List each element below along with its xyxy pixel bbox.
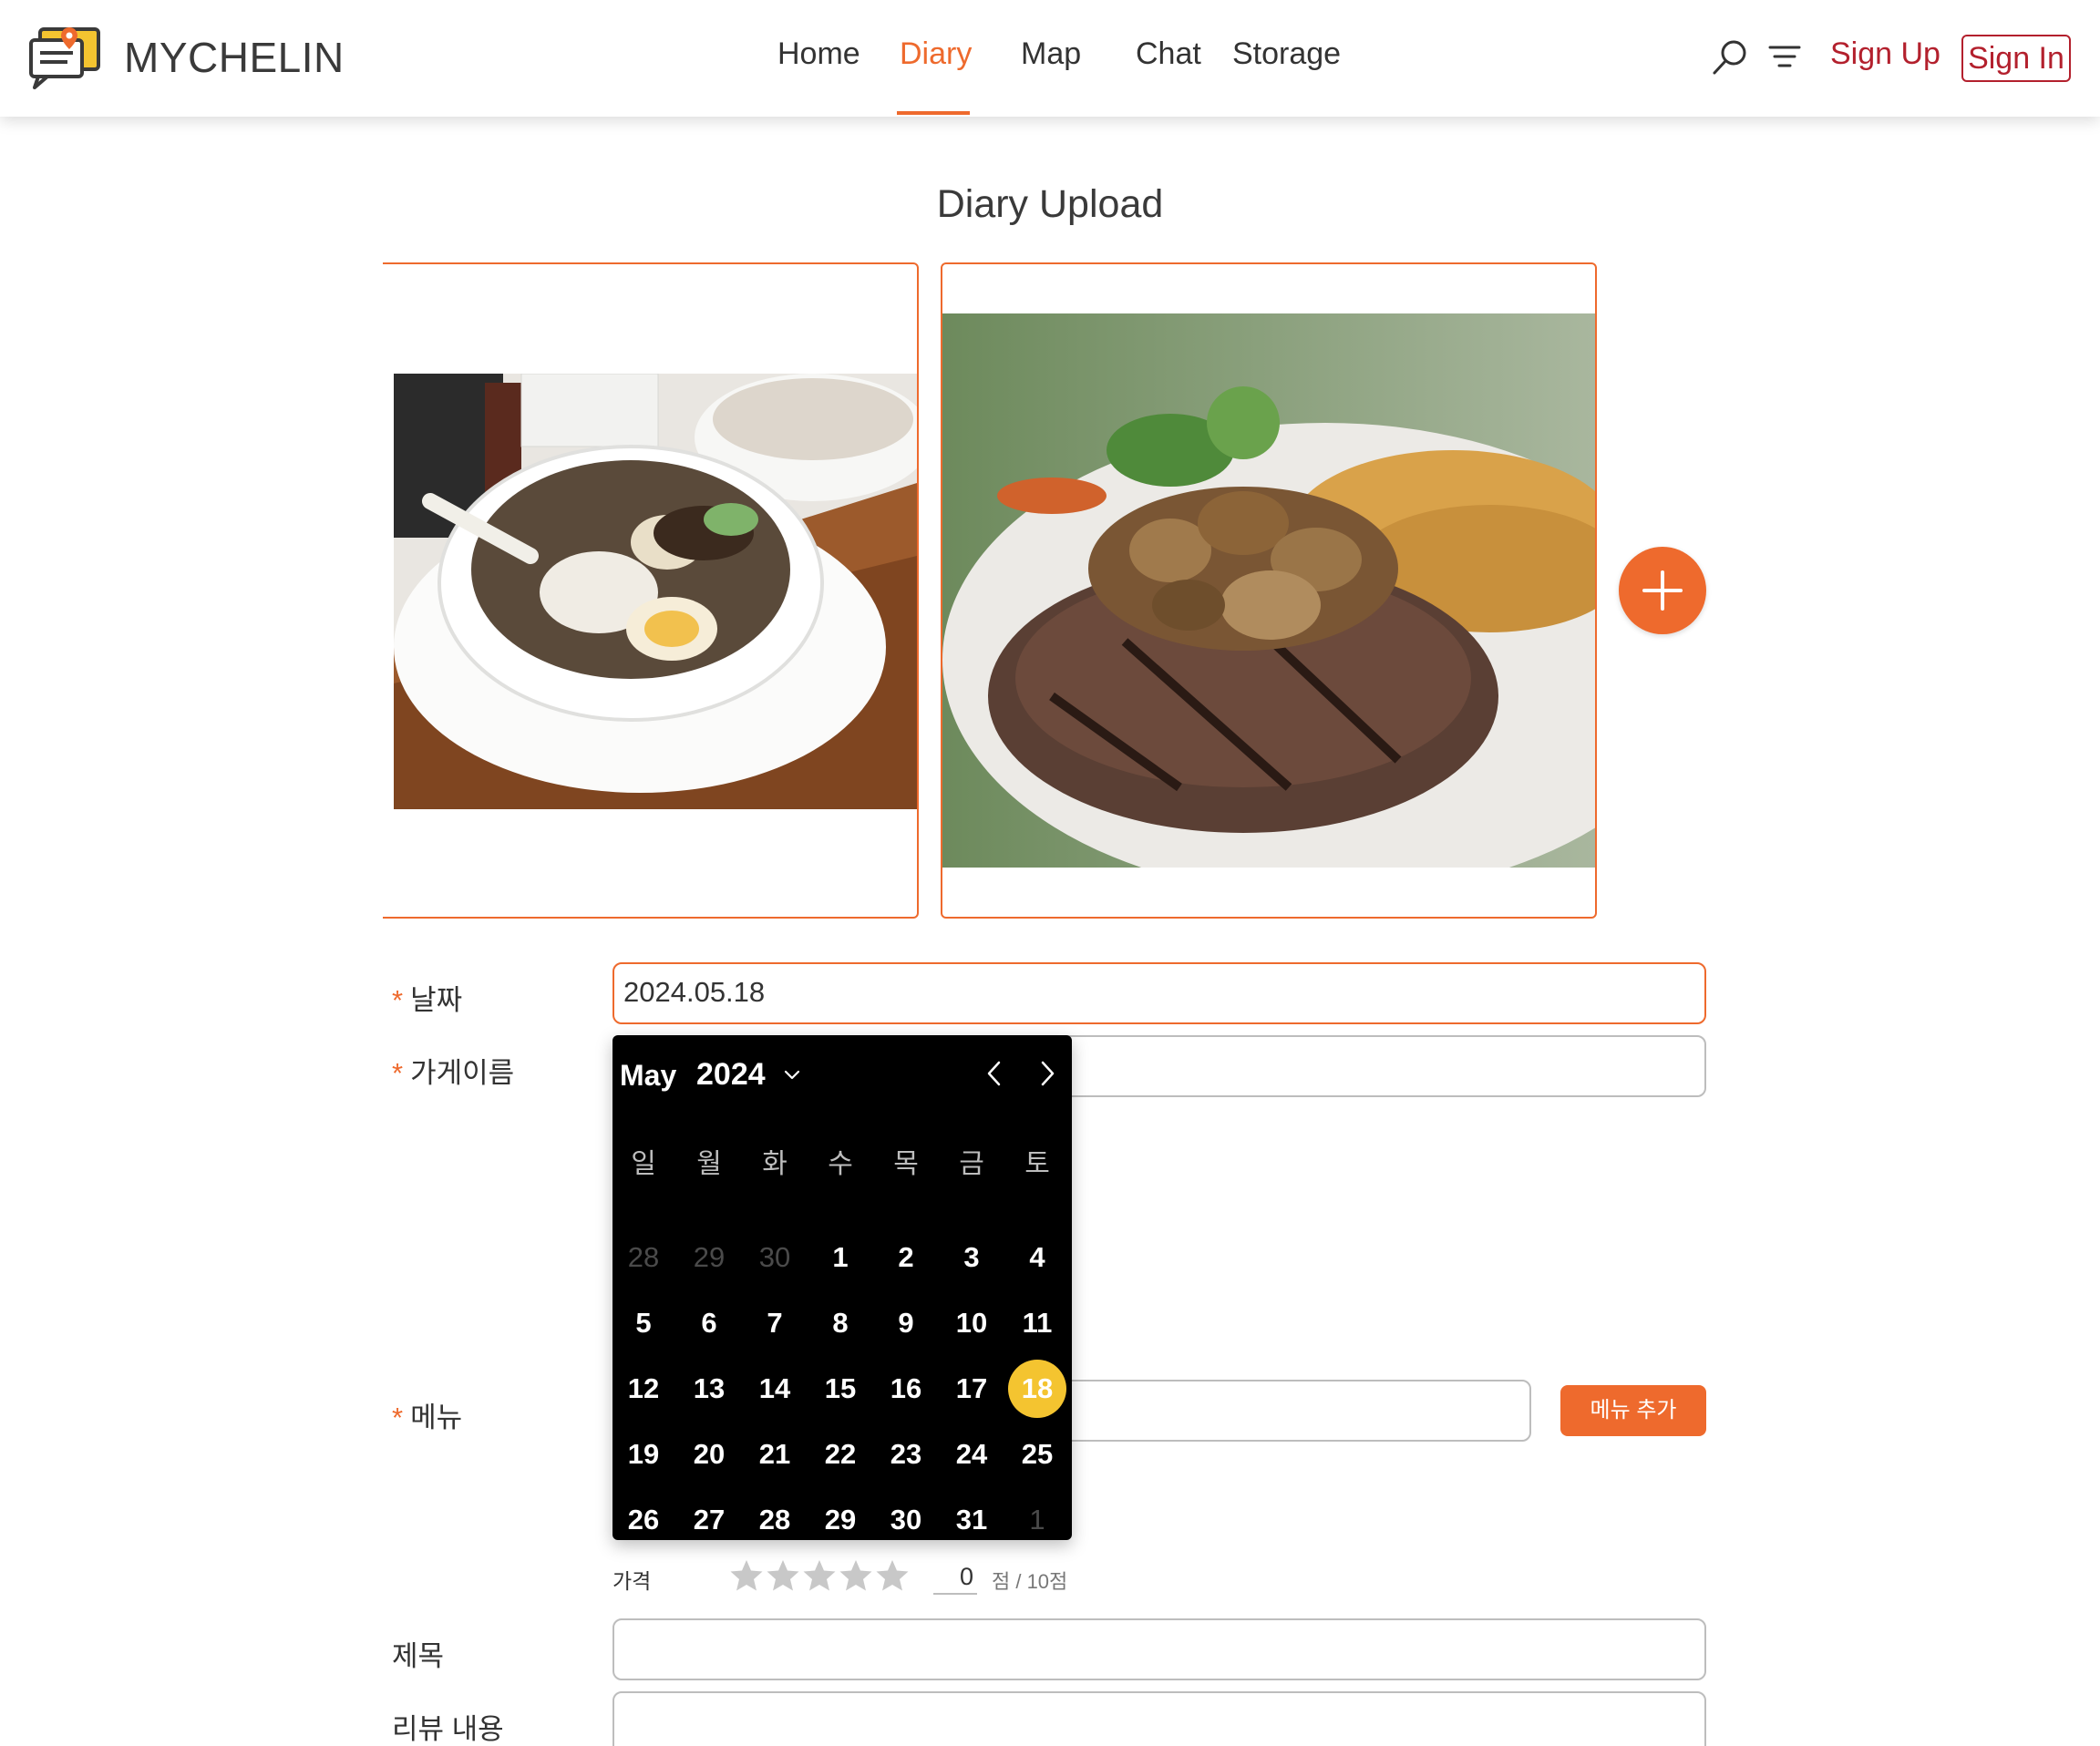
calendar-day[interactable]: 3 — [942, 1228, 1001, 1287]
active-nav-indicator — [897, 111, 970, 115]
calendar-day[interactable]: 19 — [614, 1425, 673, 1484]
review-label: 리뷰 내용 — [392, 1713, 504, 1745]
calendar-day[interactable]: 4 — [1008, 1228, 1066, 1287]
calendar-day[interactable]: 25 — [1008, 1425, 1066, 1484]
date-label-text: 날짜 — [410, 984, 463, 1016]
calendar-day[interactable]: 23 — [877, 1425, 935, 1484]
calendar-day[interactable]: 26 — [614, 1491, 673, 1549]
calendar-day[interactable]: 27 — [680, 1491, 738, 1549]
calendar-day[interactable]: 21 — [746, 1425, 804, 1484]
calendar-day[interactable]: 13 — [680, 1360, 738, 1418]
review-textarea[interactable] — [612, 1691, 1706, 1746]
score-input[interactable]: 0 — [933, 1558, 977, 1595]
star-icon[interactable] — [875, 1558, 910, 1593]
star-rating[interactable] — [729, 1558, 910, 1595]
calendar-day[interactable]: 29 — [811, 1491, 870, 1549]
star-icon[interactable] — [766, 1558, 800, 1593]
calendar-day[interactable]: 20 — [680, 1425, 738, 1484]
chevron-right-icon[interactable] — [1034, 1057, 1061, 1090]
calendar-day[interactable]: 12 — [614, 1360, 673, 1418]
calendar-day[interactable]: 15 — [811, 1360, 870, 1418]
page-title: Diary Upload — [936, 182, 1164, 226]
store-label: * 가게이름 — [392, 1050, 514, 1091]
search-icon[interactable] — [1710, 36, 1750, 77]
calendar-day[interactable]: 22 — [811, 1425, 870, 1484]
nav-storage[interactable]: Storage — [1232, 36, 1341, 72]
calendar-day[interactable]: 6 — [680, 1294, 738, 1352]
required-mark: * — [392, 1057, 404, 1089]
calendar-day-outside[interactable]: 28 — [614, 1228, 673, 1287]
star-icon[interactable] — [839, 1558, 873, 1593]
nav-home[interactable]: Home — [777, 36, 860, 72]
nav-map[interactable]: Map — [1021, 36, 1081, 72]
calendar-day[interactable]: 9 — [877, 1294, 935, 1352]
calendar-day[interactable]: 1 — [811, 1228, 870, 1287]
calendar-day[interactable]: 5 — [614, 1294, 673, 1352]
calendar-day[interactable]: 8 — [811, 1294, 870, 1352]
calendar-day-selected[interactable]: 18 — [1008, 1360, 1066, 1418]
brand-name[interactable]: MYCHELIN — [124, 33, 345, 82]
price-rating-label: 가격 — [612, 1569, 652, 1593]
chevron-left-icon[interactable] — [981, 1057, 1008, 1090]
plus-icon — [1642, 570, 1683, 611]
calendar-day[interactable]: 10 — [942, 1294, 1001, 1352]
title-input[interactable] — [612, 1618, 1706, 1680]
steak-photo — [942, 313, 1595, 868]
filter-icon[interactable] — [1765, 36, 1805, 77]
calendar-day[interactable]: 14 — [746, 1360, 804, 1418]
image-card[interactable] — [941, 262, 1597, 919]
calendar-day[interactable]: 24 — [942, 1425, 1001, 1484]
date-picker-popup: May 2024 일 월 화 수 목 금 토 28 29 30 1 2 3 4 5 6 7 8 9 10 11 12 13 1… — [612, 1035, 1072, 1540]
menu-label: * 메뉴 — [392, 1394, 462, 1435]
store-label-text: 가게이름 — [410, 1057, 515, 1089]
calendar-day[interactable]: 30 — [877, 1491, 935, 1549]
weekday-header: 월 — [696, 1149, 722, 1179]
calendar-day[interactable]: 16 — [877, 1360, 935, 1418]
star-icon[interactable] — [802, 1558, 837, 1593]
add-image-button[interactable] — [1619, 547, 1706, 634]
calendar-day[interactable]: 7 — [746, 1294, 804, 1352]
nav-diary[interactable]: Diary — [900, 36, 972, 72]
sign-up-link[interactable]: Sign Up — [1830, 36, 1940, 72]
star-icon[interactable] — [729, 1558, 764, 1593]
calendar-day[interactable]: 2 — [877, 1228, 935, 1287]
calendar-day-outside[interactable]: 1 — [1008, 1491, 1066, 1549]
weekday-header: 일 — [631, 1149, 656, 1179]
calendar-day[interactable]: 28 — [746, 1491, 804, 1549]
calendar-day-outside[interactable]: 29 — [680, 1228, 738, 1287]
required-mark: * — [392, 984, 404, 1016]
calendar-day[interactable]: 11 — [1008, 1294, 1066, 1352]
logo-icon[interactable] — [27, 26, 104, 89]
calendar-day[interactable]: 31 — [942, 1491, 1001, 1549]
calendar-year-select[interactable]: 2024 — [696, 1057, 766, 1093]
date-input[interactable]: 2024.05.18 — [612, 962, 1706, 1024]
calendar-day-outside[interactable]: 30 — [746, 1228, 804, 1287]
sign-in-button[interactable]: Sign In — [1961, 35, 2071, 82]
top-header: MYCHELIN Home Diary Map Chat Storage Sig… — [0, 0, 2100, 117]
image-card[interactable] — [383, 262, 919, 919]
nav-chat[interactable]: Chat — [1136, 36, 1201, 72]
weekday-header: 수 — [828, 1149, 853, 1179]
score-suffix: 점 / 10점 — [992, 1570, 1068, 1593]
chevron-down-icon[interactable] — [782, 1064, 802, 1084]
date-label: * 날짜 — [392, 977, 462, 1018]
required-mark: * — [392, 1402, 404, 1433]
calendar-day[interactable]: 17 — [942, 1360, 1001, 1418]
weekday-header: 화 — [762, 1149, 788, 1179]
weekday-header: 토 — [1024, 1149, 1050, 1179]
calendar-month: May — [620, 1059, 677, 1092]
menu-label-text: 메뉴 — [410, 1402, 463, 1433]
title-label: 제목 — [392, 1640, 445, 1672]
add-menu-button[interactable]: 메뉴 추가 — [1560, 1385, 1706, 1436]
weekday-header: 목 — [893, 1149, 919, 1179]
weekday-header: 금 — [959, 1149, 984, 1179]
app-frame: MYCHELIN Home Diary Map Chat Storage Sig… — [0, 0, 2100, 1746]
ramen-photo — [394, 374, 917, 809]
